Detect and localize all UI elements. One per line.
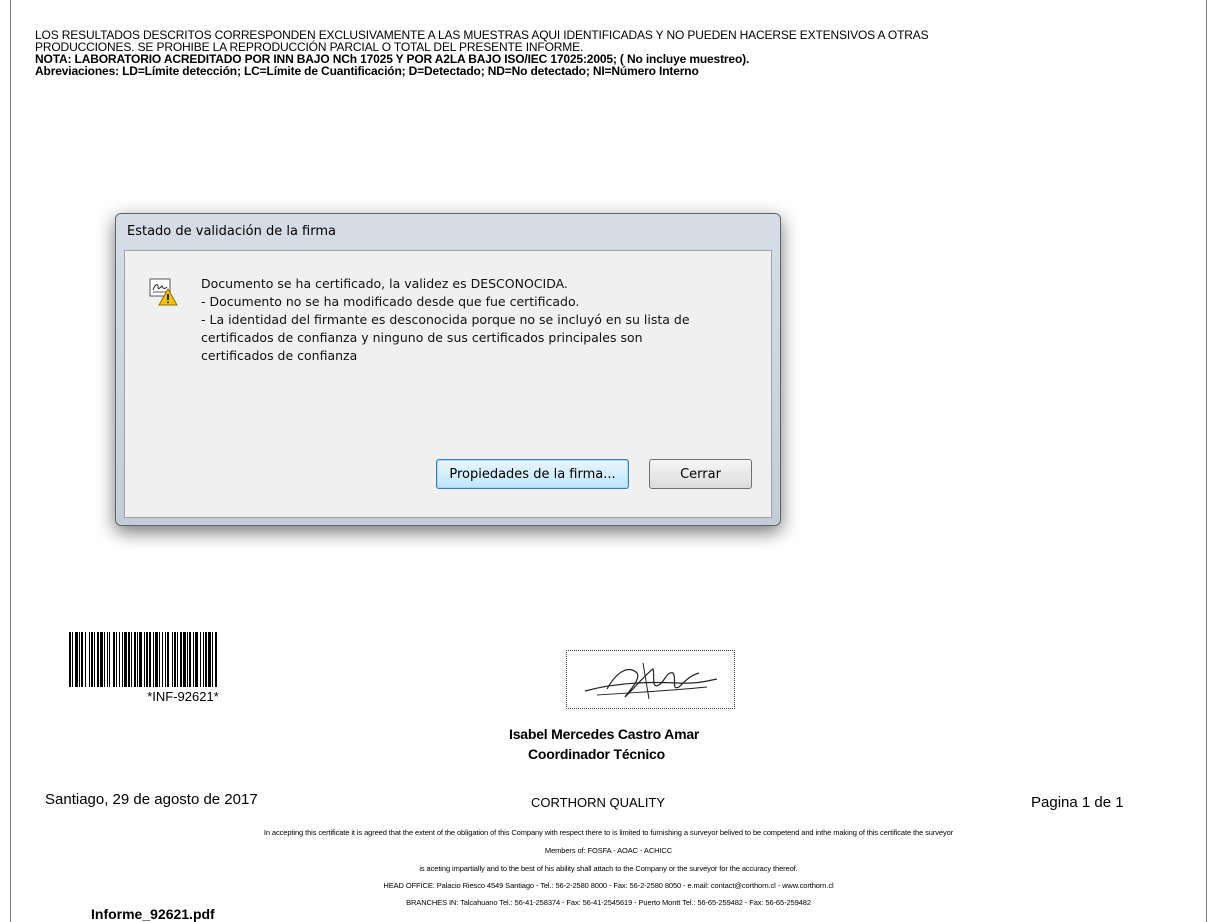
message-line-2: - Documento no se ha modificado desde qu… [201,294,580,309]
handwritten-signature [584,662,718,700]
dialog-body: Documento se ha certificado, la validez … [124,250,772,518]
dialog-title: Estado de validación de la firma [127,224,336,239]
page-number: Pagina 1 de 1 [1031,794,1124,811]
signature-field[interactable] [566,650,735,709]
message-line-4: certificados de confianza y ninguno de s… [201,330,643,345]
message-line-5: certificados de confianza [201,348,358,363]
message-line-1: Documento se ha certificado, la validez … [201,276,568,291]
close-button[interactable]: Cerrar [649,459,752,489]
report-header: LOS RESULTADOS DESCRITOS CORRESPONDEN EX… [35,29,1185,77]
signature-properties-button[interactable]: Propiedades de la firma... [436,459,629,489]
header-line-4: Abreviaciones: LD=Límite detección; LC=L… [35,64,699,78]
signer-role: Coordinador Técnico [528,746,665,762]
message-line-3: - La identidad del firmante es desconoci… [201,312,690,327]
footer-members: Members of: FOSFA - AOAC - ACHICC [544,846,673,855]
company-name: CORTHORN QUALITY [531,795,666,810]
barcode-image [69,632,217,687]
footer-disclaimer-2: is aceting impartially and to the best o… [419,864,798,873]
barcode-label: *INF-92621* [147,689,219,704]
footer-head-office: HEAD OFFICE: Palacio Riesco 4549 Santiag… [383,881,834,890]
report-date: Santiago, 29 de agosto de 2017 [45,791,258,808]
file-name: Informe_92621.pdf [91,906,215,922]
signer-name: Isabel Mercedes Castro Amar [509,726,700,742]
dialog-message: Documento se ha certificado, la validez … [201,275,761,365]
signature-warning-icon [149,278,178,306]
footer-disclaimer-1: In accepting this certificate it is agre… [263,828,954,837]
signature-validation-dialog: Estado de validación de la firma Documen… [115,213,781,526]
